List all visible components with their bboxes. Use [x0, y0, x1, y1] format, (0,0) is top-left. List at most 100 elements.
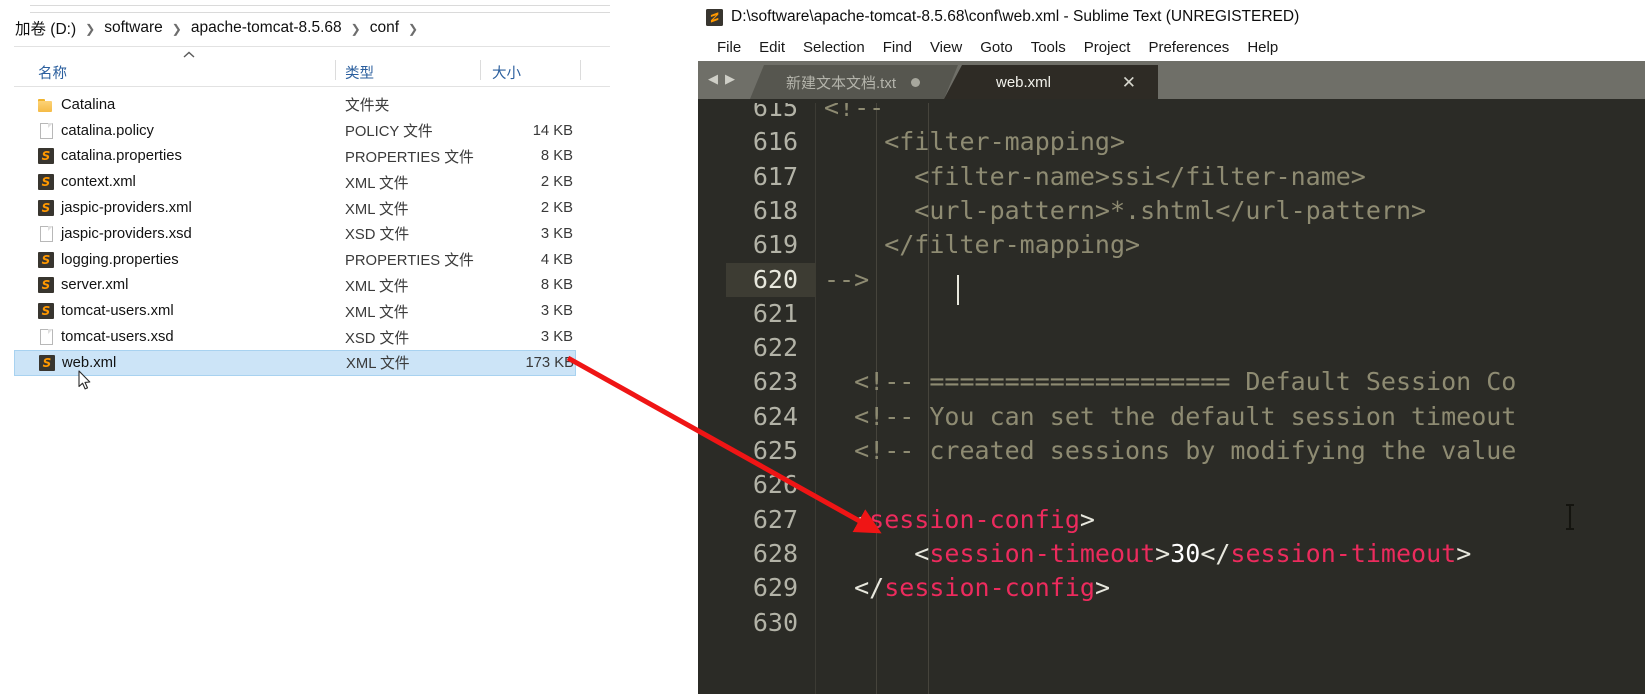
token-tag: session-timeout	[1230, 538, 1457, 568]
editor-top-clip	[698, 99, 1645, 103]
column-header-size[interactable]: 大小	[492, 62, 521, 83]
code-line-622[interactable]: 622	[698, 331, 1645, 365]
code-line-625[interactable]: 625 <!-- created sessions by modifying t…	[698, 434, 1645, 468]
table-row[interactable]: Catalina 文件夹	[14, 92, 610, 118]
code-text: <session-timeout>30</session-timeout>	[824, 537, 1471, 571]
unsaved-changes-icon[interactable]	[911, 78, 920, 87]
column-header-name[interactable]: 名称	[38, 62, 67, 83]
table-row[interactable]: Stomcat-users.xml XML 文件 3 KB	[14, 298, 610, 324]
code-line-620[interactable]: 620 -->	[698, 262, 1645, 297]
close-icon[interactable]: ✕	[1122, 74, 1136, 91]
token-comment: -->	[824, 264, 870, 294]
column-header-row: 名称 类型 大小	[14, 58, 610, 87]
tab-web-xml[interactable]: web.xml ✕	[944, 65, 1158, 99]
line-number: 630	[752, 607, 798, 637]
table-row[interactable]: Sserver.xml XML 文件 8 KB	[14, 273, 610, 299]
table-row[interactable]: Sjaspic-providers.xml XML 文件 2 KB	[14, 195, 610, 221]
token-tag: session-timeout	[929, 538, 1156, 568]
menu-item-edit[interactable]: Edit	[750, 39, 794, 56]
ibeam-cursor-icon	[1564, 503, 1576, 534]
token-comment: <!-- ==================== Default Sessio…	[824, 367, 1517, 397]
toolbar-divider-top	[30, 5, 610, 6]
token-punct: </	[1200, 538, 1231, 568]
token-comment: <!-- created sessions by modifying the v…	[824, 436, 1517, 465]
code-line-619[interactable]: 619 </filter-mapping>	[698, 228, 1645, 262]
menu-item-file[interactable]: File	[708, 39, 750, 56]
column-header-type[interactable]: 类型	[345, 62, 374, 83]
token-tag: session-config	[869, 504, 1080, 534]
sublime-file-icon: S	[37, 199, 55, 217]
sublime-text-window: D:\software\apache-tomcat-8.5.68\conf\we…	[698, 0, 1645, 694]
token-comment: </filter-mapping>	[824, 230, 1141, 260]
menu-item-tools[interactable]: Tools	[1022, 39, 1075, 56]
file-type: XSD 文件	[345, 330, 410, 347]
code-text: <filter-mapping>	[824, 125, 1125, 159]
code-text: </session-config>	[824, 571, 1110, 605]
file-size: 3 KB	[540, 225, 573, 242]
code-line-629[interactable]: 629 </session-config>	[698, 571, 1645, 605]
breadcrumb-item-2[interactable]: software	[101, 18, 166, 38]
menu-item-goto[interactable]: Goto	[971, 39, 1022, 56]
file-name: tomcat-users.xml	[61, 303, 174, 320]
code-line-617[interactable]: 617 <filter-name>ssi</filter-name>	[698, 160, 1645, 194]
code-editor[interactable]: 615 <!-- 616 <filter-mapping> 617 <filter-n…	[698, 99, 1645, 694]
tab-nav-arrows[interactable]: ◀ ▶	[708, 72, 735, 85]
tab-new-text-document[interactable]: 新建文本文档.txt	[750, 65, 958, 99]
tab-next-icon[interactable]: ▶	[725, 72, 735, 85]
code-text: -->	[824, 263, 869, 297]
file-size: 8 KB	[540, 148, 573, 165]
file-size: 2 KB	[540, 174, 573, 191]
menu-item-view[interactable]: View	[921, 39, 971, 56]
table-row[interactable]: Slogging.properties PROPERTIES 文件 4 KB	[14, 247, 610, 273]
mouse-pointer-icon	[78, 370, 92, 392]
file-name: Catalina	[61, 96, 116, 113]
line-number: 624	[752, 401, 798, 431]
code-line-624[interactable]: 624 <!-- You can set the default session…	[698, 400, 1645, 434]
menu-item-project[interactable]: Project	[1075, 39, 1140, 56]
breadcrumb-separator-icon: ❯	[350, 22, 361, 36]
tab-prev-icon[interactable]: ◀	[708, 72, 718, 85]
file-size: 3 KB	[540, 329, 573, 346]
file-name: server.xml	[61, 277, 129, 294]
file-name: jaspic-providers.xml	[61, 200, 192, 217]
menu-item-selection[interactable]: Selection	[794, 39, 874, 56]
table-row[interactable]: jaspic-providers.xsd XSD 文件 3 KB	[14, 221, 610, 247]
toolbar-divider-bottom	[30, 12, 610, 13]
breadcrumb[interactable]: 加卷 (D:) ❯ software ❯ apache-tomcat-8.5.68 ❯ co…	[12, 16, 424, 40]
menu-item-find[interactable]: Find	[874, 39, 921, 56]
menu-bar[interactable]: File Edit Selection Find View Goto Tools Projec…	[698, 34, 1645, 60]
code-line-628[interactable]: 628 <session-timeout>30</session-timeout…	[698, 537, 1645, 571]
file-name: catalina.policy	[61, 122, 154, 139]
file-type: XML 文件	[345, 201, 409, 218]
table-row[interactable]: Scatalina.properties PROPERTIES 文件 8 KB	[14, 144, 610, 170]
table-row[interactable]: tomcat-users.xsd XSD 文件 3 KB	[14, 324, 610, 350]
code-line-627[interactable]: 627 <session-config>	[698, 503, 1645, 537]
menu-item-preferences[interactable]: Preferences	[1139, 39, 1238, 56]
breadcrumb-item-1[interactable]: 加卷 (D:)	[12, 16, 79, 40]
token-tag: session-config	[884, 573, 1095, 603]
code-line-630[interactable]: 630	[698, 606, 1645, 640]
code-line-623[interactable]: 623 <!-- ==================== Default Se…	[698, 365, 1645, 399]
code-text: <!-- created sessions by modifying the v…	[824, 434, 1516, 468]
file-name: tomcat-users.xsd	[61, 329, 174, 346]
token-punct: <	[824, 504, 870, 534]
file-name: context.xml	[61, 174, 136, 191]
breadcrumb-item-3[interactable]: apache-tomcat-8.5.68	[188, 18, 345, 38]
code-line-621[interactable]: 621	[698, 297, 1645, 331]
generic-file-icon	[37, 225, 55, 243]
token-punct: >	[1155, 538, 1171, 568]
code-line-616[interactable]: 616 <filter-mapping>	[698, 125, 1645, 159]
breadcrumb-separator-icon: ❯	[408, 22, 419, 36]
breadcrumb-item-4[interactable]: conf	[367, 18, 402, 38]
code-line-626[interactable]: 626	[698, 468, 1645, 502]
file-size: 173 KB	[525, 354, 574, 371]
table-row[interactable]: catalina.policy POLICY 文件 14 KB	[14, 118, 610, 144]
tab-label: web.xml	[996, 73, 1052, 91]
code-line-618[interactable]: 618 <url-pattern>*.shtml</url-pattern>	[698, 194, 1645, 228]
table-row[interactable]: Scontext.xml XML 文件 2 KB	[14, 169, 610, 195]
file-size: 2 KB	[540, 200, 573, 217]
table-row[interactable]: Sweb.xml XML 文件 173 KB	[14, 349, 576, 376]
menu-item-help[interactable]: Help	[1238, 39, 1287, 56]
file-type: XML 文件	[346, 356, 410, 373]
file-name: logging.properties	[61, 251, 179, 268]
